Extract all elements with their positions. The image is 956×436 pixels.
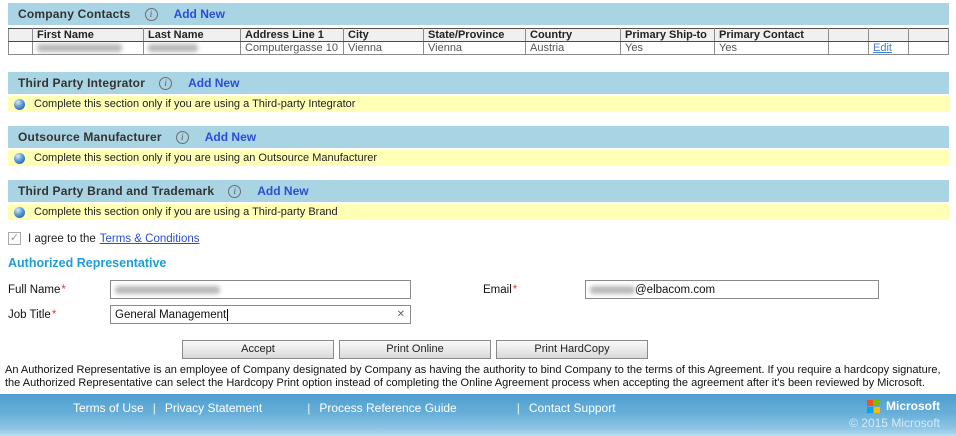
col-select (9, 29, 33, 42)
footer-link-process-reference-guide[interactable]: Process Reference Guide (319, 401, 456, 415)
section-header-third-party-brand: Third Party Brand and Trademark i Add Ne… (8, 180, 949, 202)
print-hardcopy-button[interactable]: Print HardCopy (496, 340, 648, 359)
add-new-integrator-link[interactable]: Add New (188, 76, 239, 90)
email-label: Email* (483, 284, 585, 296)
email-input[interactable]: @elbacom.com (585, 280, 879, 299)
footer-links: Terms of Use | Privacy Statement | Proce… (73, 401, 616, 415)
full-name-input[interactable] (110, 280, 411, 299)
col-empty-1 (829, 29, 869, 42)
name-email-row: Full Name* Email* @elbacom.com (8, 280, 948, 299)
agree-label: I agree to the (28, 233, 96, 245)
redacted-email-prefix (590, 286, 635, 294)
required-marker: * (52, 309, 56, 321)
agree-checkbox[interactable]: ✓ (8, 232, 21, 245)
section-title-company-contacts: Company Contacts (18, 7, 131, 21)
notice-text: Complete this section only if you are us… (34, 152, 377, 164)
col-actions (869, 29, 909, 42)
section-header-outsource-manufacturer: Outsource Manufacturer i Add New (8, 126, 949, 148)
footer-link-privacy-statement[interactable]: Privacy Statement (165, 401, 262, 415)
table-row: Computergasse 10 Vienna Vienna Austria Y… (9, 42, 949, 55)
footer-separator: | (307, 401, 310, 415)
globe-info-icon (14, 153, 25, 164)
accept-button[interactable]: Accept (182, 340, 334, 359)
col-country: Country (526, 29, 621, 42)
section-header-third-party-integrator: Third Party Integrator i Add New (8, 72, 949, 94)
notice-text: Complete this section only if you are us… (34, 98, 355, 110)
add-new-contact-link[interactable]: Add New (174, 7, 225, 21)
email-suffix: @elbacom.com (635, 284, 715, 296)
cell-country: Austria (526, 42, 621, 55)
col-city: City (344, 29, 424, 42)
col-address-line-1: Address Line 1 (241, 29, 344, 42)
footer-bar: Terms of Use | Privacy Statement | Proce… (0, 394, 956, 436)
cell-last-name (144, 42, 241, 55)
cell-first-name (33, 42, 144, 55)
cell-city: Vienna (344, 42, 424, 55)
text-caret (227, 309, 228, 321)
globe-info-icon (14, 207, 25, 218)
redacted-first-name (37, 44, 122, 52)
microsoft-logo-icon (867, 400, 880, 413)
col-primary-ship-to: Primary Ship-to (621, 29, 715, 42)
integrator-notice: Complete this section only if you are us… (8, 96, 949, 112)
check-icon: ✓ (10, 233, 19, 244)
notice-text: Complete this section only if you are us… (34, 206, 338, 218)
col-primary-contact: Primary Contact (715, 29, 829, 42)
info-icon[interactable]: i (228, 185, 241, 198)
microsoft-brand: Microsoft (867, 399, 940, 413)
redacted-full-name (115, 286, 220, 294)
full-name-label: Full Name* (8, 284, 110, 296)
print-online-button[interactable]: Print Online (339, 340, 491, 359)
cell-empty-2 (909, 42, 949, 55)
required-marker: * (61, 284, 65, 296)
company-contacts-table: First Name Last Name Address Line 1 City… (8, 28, 949, 55)
job-title-input[interactable]: General Management ✕ (110, 305, 411, 324)
cell-empty-1 (829, 42, 869, 55)
cell-address-line-1: Computergasse 10 (241, 42, 344, 55)
section-title-third-party-integrator: Third Party Integrator (18, 76, 145, 90)
agreement-page: Company Contacts i Add New First Name La… (0, 0, 956, 436)
info-icon[interactable]: i (145, 8, 158, 21)
col-last-name: Last Name (144, 29, 241, 42)
footer-link-terms-of-use[interactable]: Terms of Use (73, 401, 144, 415)
job-title-value: General Management (115, 309, 226, 321)
footer-link-contact-support[interactable]: Contact Support (529, 401, 616, 415)
brand-notice: Complete this section only if you are us… (8, 204, 949, 220)
info-icon[interactable]: i (176, 131, 189, 144)
copyright-text: © 2015 Microsoft (849, 416, 940, 430)
col-empty-2 (909, 29, 949, 42)
authorized-representative-heading: Authorized Representative (8, 256, 948, 270)
section-title-outsource-manufacturer: Outsource Manufacturer (18, 130, 162, 144)
footer-separator: | (517, 401, 520, 415)
table-header-row: First Name Last Name Address Line 1 City… (9, 29, 949, 42)
section-title-third-party-brand: Third Party Brand and Trademark (18, 184, 214, 198)
info-icon[interactable]: i (159, 77, 172, 90)
job-title-row: Job Title* General Management ✕ (8, 305, 948, 324)
agreement-row: ✓ I agree to the Terms & Conditions (8, 232, 948, 245)
edit-link[interactable]: Edit (873, 42, 892, 54)
disclaimer-text: An Authorized Representative is an emplo… (5, 364, 953, 390)
job-title-label: Job Title* (8, 309, 110, 321)
terms-conditions-link[interactable]: Terms & Conditions (100, 233, 200, 245)
col-first-name: First Name (33, 29, 144, 42)
microsoft-brand-name: Microsoft (886, 399, 940, 413)
add-new-manufacturer-link[interactable]: Add New (205, 130, 256, 144)
footer-separator: | (153, 401, 156, 415)
required-marker: * (513, 284, 517, 296)
cell-state-province: Vienna (424, 42, 526, 55)
add-new-brand-link[interactable]: Add New (257, 184, 308, 198)
cell-primary-contact: Yes (715, 42, 829, 55)
cell-primary-ship-to: Yes (621, 42, 715, 55)
manufacturer-notice: Complete this section only if you are us… (8, 150, 949, 166)
cell-select (9, 42, 33, 55)
globe-info-icon (14, 99, 25, 110)
cell-edit: Edit (869, 42, 909, 55)
col-state-province: State/Province (424, 29, 526, 42)
clear-icon[interactable]: ✕ (397, 309, 405, 321)
redacted-last-name (148, 44, 198, 52)
section-header-company-contacts: Company Contacts i Add New (8, 3, 949, 25)
action-buttons-row: Accept Print Online Print HardCopy (182, 340, 948, 359)
